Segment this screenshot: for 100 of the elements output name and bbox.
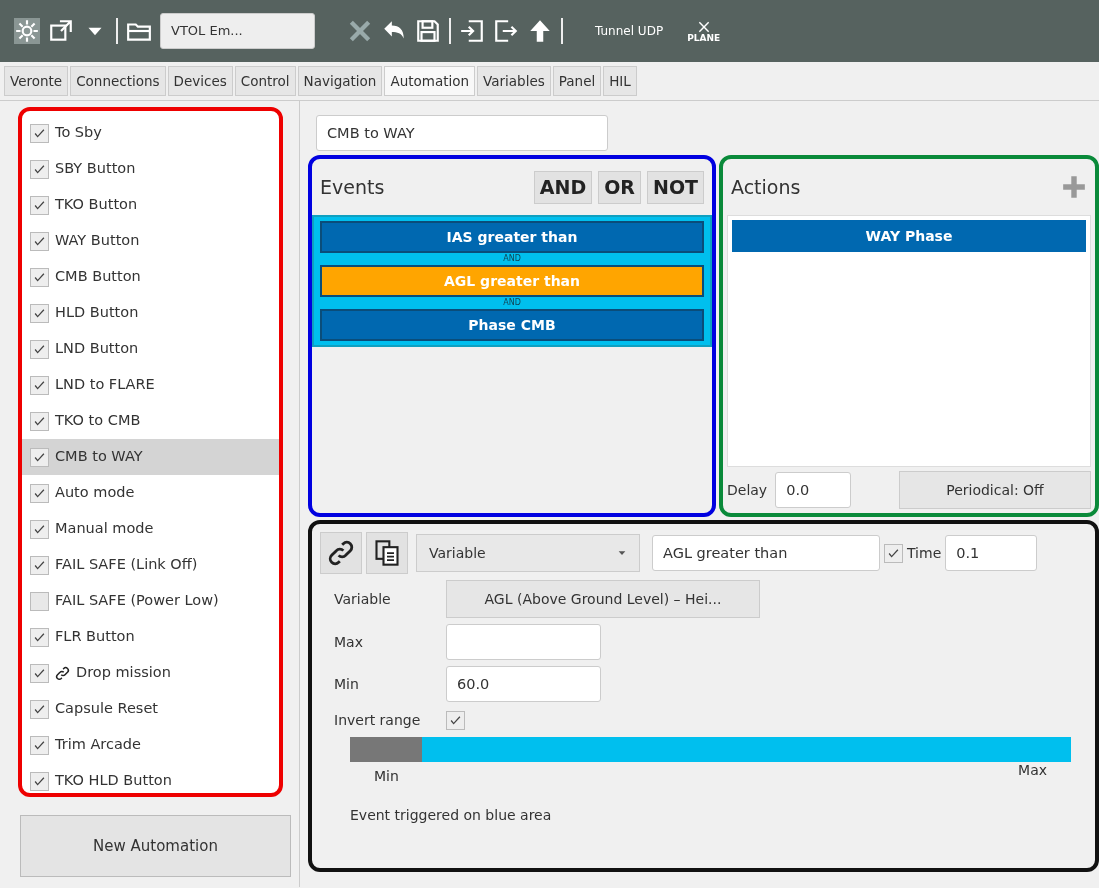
close-icon (696, 19, 711, 34)
automation-item[interactable]: WAY Button (22, 223, 279, 260)
automation-item[interactable]: HLD Button (22, 295, 279, 332)
automation-label: Auto mode (55, 483, 135, 503)
operator-button[interactable]: AND (533, 171, 593, 204)
action-item[interactable]: WAY Phase (732, 220, 1086, 253)
automation-item[interactable]: Trim Arcade (22, 727, 279, 764)
checkbox[interactable] (30, 447, 49, 467)
automation-item[interactable]: TKO HLD Button (22, 763, 279, 794)
panel-title: Events (320, 175, 385, 200)
event-name-field[interactable]: AGL greater than (652, 535, 880, 572)
checkbox[interactable] (30, 159, 49, 179)
automation-label: LND Button (55, 339, 139, 359)
automation-label: CMB Button (55, 267, 141, 287)
checkbox[interactable] (30, 267, 49, 287)
field-label: Max (333, 632, 364, 652)
periodical-button[interactable]: Periodical: Off (899, 471, 1091, 510)
automation-item[interactable]: LND to FLARE (22, 367, 279, 404)
hint-text: Event triggered on blue area (350, 806, 552, 826)
variable-button[interactable]: AGL (Above Ground Level) – Hei... (446, 580, 760, 619)
event-item[interactable]: IAS greater than (320, 221, 704, 254)
invert-checkbox[interactable] (446, 711, 465, 731)
tab[interactable]: Control (234, 66, 296, 97)
tab[interactable]: Connections (70, 66, 166, 97)
checkbox[interactable] (30, 483, 49, 503)
automation-item[interactable]: CMB to WAY (22, 439, 279, 476)
time-field[interactable]: 0.1 (945, 535, 1038, 572)
automation-item[interactable]: Manual mode (22, 511, 279, 548)
export-icon[interactable] (493, 18, 519, 44)
new-automation-button[interactable]: New Automation (20, 815, 291, 878)
automation-label: FAIL SAFE (Power Low) (55, 591, 219, 611)
save-icon[interactable] (415, 18, 441, 44)
link-button[interactable] (320, 532, 362, 575)
tab[interactable]: Automation (384, 66, 476, 97)
checkbox[interactable] (30, 519, 49, 539)
close-icon[interactable] (347, 18, 373, 44)
type-dropdown[interactable]: Variable (416, 534, 640, 573)
time-label: Time (907, 543, 942, 563)
operator-button[interactable]: NOT (647, 171, 704, 204)
checkbox[interactable] (30, 591, 49, 611)
import-icon[interactable] (459, 18, 485, 44)
tab[interactable]: HIL (603, 66, 637, 97)
automation-label: WAY Button (55, 231, 140, 251)
automation-item[interactable]: Drop mission (22, 655, 279, 692)
automation-item[interactable]: TKO to CMB (22, 403, 279, 440)
tab[interactable]: Variables (477, 66, 551, 97)
field-label: Invert range (333, 711, 422, 731)
checkbox[interactable] (30, 663, 49, 683)
tab[interactable]: Navigation (297, 66, 383, 97)
project-selector[interactable]: VTOL Em... (160, 13, 315, 49)
checkbox[interactable] (30, 771, 49, 791)
automation-label: Capsule Reset (55, 699, 159, 719)
checkbox[interactable] (30, 231, 49, 251)
automation-label: FAIL SAFE (Link Off) (55, 555, 198, 575)
field-label: Variable (333, 589, 392, 609)
range-max-label: Max (1018, 761, 1047, 781)
gear-icon[interactable] (14, 18, 40, 44)
automation-item[interactable]: SBY Button (22, 151, 279, 188)
automation-item[interactable]: FAIL SAFE (Power Low) (22, 583, 279, 620)
checkbox[interactable] (30, 555, 49, 575)
automation-label: TKO Button (55, 195, 138, 215)
panel-title: Actions (731, 175, 801, 200)
checkbox[interactable] (30, 123, 49, 143)
range-min-label: Min (374, 767, 399, 787)
automation-label: TKO to CMB (55, 411, 141, 431)
automation-item[interactable]: TKO Button (22, 187, 279, 224)
automation-item[interactable]: FLR Button (22, 619, 279, 656)
automation-label: SBY Button (55, 159, 136, 179)
name-field[interactable]: CMB to WAY (316, 115, 608, 152)
time-checkbox[interactable] (884, 543, 903, 563)
checkbox[interactable] (30, 411, 49, 431)
checkbox[interactable] (30, 339, 49, 359)
tab[interactable]: Panel (552, 66, 602, 97)
automation-item[interactable]: CMB Button (22, 259, 279, 296)
field-label: Min (333, 674, 360, 694)
checkbox[interactable] (30, 735, 49, 755)
automation-label: TKO HLD Button (55, 771, 172, 791)
automation-item[interactable]: Capsule Reset (22, 691, 279, 728)
automation-label: Drop mission (76, 663, 171, 683)
automation-item[interactable]: FAIL SAFE (Link Off) (22, 547, 279, 584)
checkbox[interactable] (30, 375, 49, 395)
tab[interactable]: Veronte (4, 66, 69, 97)
event-item[interactable]: Phase CMB (320, 309, 704, 342)
min-field[interactable]: 60.0 (446, 666, 601, 703)
automation-item[interactable]: To Sby (22, 115, 279, 152)
operator-label: AND (502, 253, 522, 266)
automation-item[interactable]: Auto mode (22, 475, 279, 512)
tab[interactable]: Devices (167, 66, 233, 97)
checkbox[interactable] (30, 627, 49, 647)
automation-label: Manual mode (55, 519, 154, 539)
automation-item[interactable]: LND Button (22, 331, 279, 368)
automation-label: LND to FLARE (55, 375, 155, 395)
checkbox[interactable] (30, 195, 49, 215)
external-window-icon[interactable] (48, 18, 74, 44)
copy-button[interactable] (366, 532, 408, 575)
operator-button[interactable]: OR (598, 171, 641, 204)
max-field[interactable] (446, 624, 601, 661)
delay-field[interactable]: 0.0 (775, 472, 852, 509)
checkbox[interactable] (30, 303, 49, 323)
checkbox[interactable] (30, 699, 49, 719)
